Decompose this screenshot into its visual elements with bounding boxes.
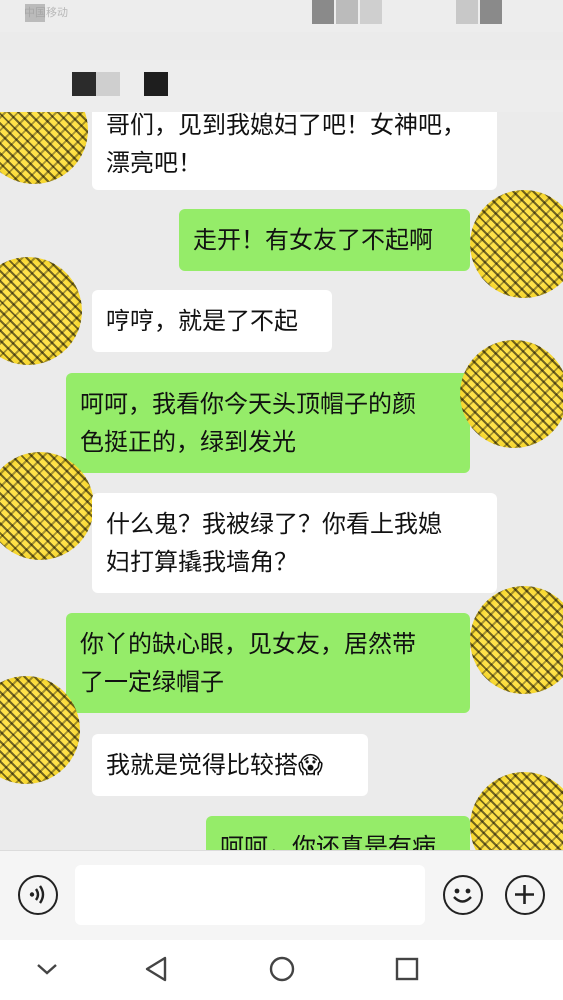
status-bar: 中国移动 [0,0,563,32]
received-message-bubble[interactable]: 哥们，见到我媳妇了吧！女神吧， 漂亮吧！ [92,112,497,190]
my-avatar[interactable] [470,586,563,694]
message-text-content: 我就是觉得比较搭 [106,751,298,779]
status-redaction [25,4,45,22]
sent-message-bubble[interactable]: 呵呵，我看你今天头顶帽子的颜 色挺正的，绿到发光 [66,373,470,473]
status-redaction [360,0,382,24]
received-message-bubble[interactable]: 我就是觉得比较搭😱 [92,734,368,796]
message-text: 漂亮吧！ [106,149,202,177]
add-attachment-button[interactable] [505,875,545,915]
system-navigation-bar [0,940,563,1000]
message-text-field[interactable] [75,865,425,925]
contact-avatar[interactable] [0,112,88,184]
my-avatar[interactable] [460,340,563,448]
voice-icon [29,885,45,904]
sent-message-bubble[interactable]: 你丫的缺心眼，见女友，居然带 了一定绿帽子 [66,613,470,713]
title-redaction [96,72,120,96]
sent-message-bubble[interactable]: 走开！有女友了不起啊 [179,209,470,271]
voice-input-button[interactable] [18,875,58,915]
status-redaction [456,0,478,24]
message-text: 哼哼，就是了不起 [106,307,298,335]
message-text: 了一定绿帽子 [80,668,224,696]
message-text: 呵呵，你还真是有病 [220,833,436,850]
emoji-button[interactable] [443,875,483,915]
scream-emoji-icon: 😱 [298,751,324,779]
title-redaction [144,72,168,96]
title-redaction [72,72,96,96]
message-text: 走开！有女友了不起啊 [193,226,433,254]
recents-square-icon[interactable] [394,956,420,982]
received-message-bubble[interactable]: 什么鬼？我被绿了？你看上我媳 妇打算撬我墙角？ [92,493,497,593]
my-avatar[interactable] [470,772,563,850]
message-input-bar [0,850,563,941]
message-text: 色挺正的，绿到发光 [80,428,296,456]
message-text: 哥们，见到我媳妇了吧！女神吧， [106,112,466,139]
message-text: 我就是觉得比较搭😱 [106,746,354,784]
status-redaction [312,0,334,24]
chat-title-bar [0,60,563,112]
back-triangle-icon[interactable] [143,955,169,983]
received-message-bubble[interactable]: 哼哼，就是了不起 [92,290,332,352]
emoji-icon [453,888,472,903]
chat-message-list[interactable]: 哥们，见到我媳妇了吧！女神吧， 漂亮吧！ 走开！有女友了不起啊 哼哼，就是了不起… [0,112,563,850]
message-text: 什么鬼？我被绿了？你看上我媳 [106,510,442,538]
message-text: 你丫的缺心眼，见女友，居然带 [80,630,416,658]
my-avatar[interactable] [470,190,563,298]
status-redaction [480,0,502,24]
status-redaction [336,0,358,24]
message-text: 呵呵，我看你今天头顶帽子的颜 [80,390,416,418]
contact-avatar[interactable] [0,257,82,365]
message-text: 妇打算撬我墙角？ [106,548,298,576]
collapse-chevron-icon[interactable] [34,959,60,979]
add-icon [515,885,534,904]
home-circle-icon[interactable] [268,955,296,983]
sent-message-bubble[interactable]: 呵呵，你还真是有病 [206,816,470,850]
